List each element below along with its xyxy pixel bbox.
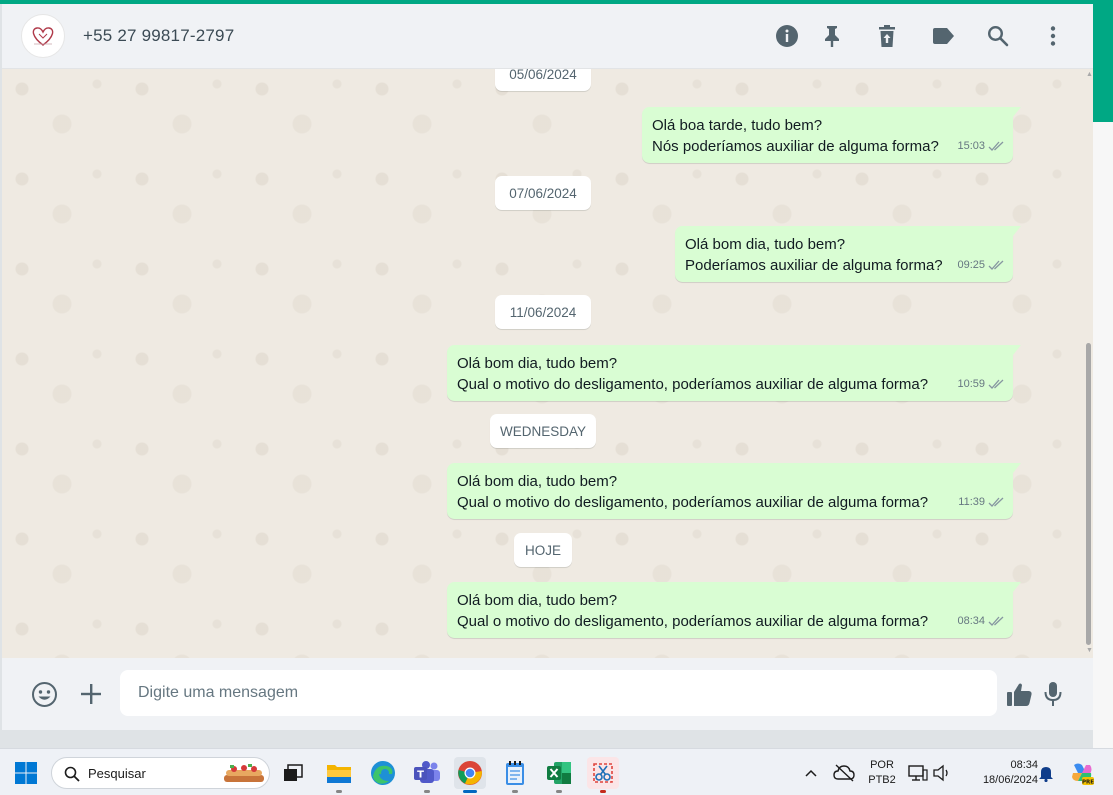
excel-icon[interactable] bbox=[543, 757, 575, 793]
message-text: Qual o motivo do desligamento, poderíamo… bbox=[457, 376, 929, 393]
double-check-icon bbox=[988, 616, 1004, 626]
message-meta: 08:34 bbox=[957, 611, 1005, 632]
message-meta: 15:03 bbox=[957, 136, 1005, 157]
window-right-accent bbox=[1093, 4, 1113, 122]
message-meta: 10:59 bbox=[957, 374, 1005, 395]
message-text: Olá bom dia, tudo bem? bbox=[457, 473, 618, 490]
double-check-icon bbox=[988, 141, 1004, 151]
message-text: Poderíamos auxiliar de alguma forma? bbox=[685, 257, 943, 274]
info-icon[interactable] bbox=[774, 23, 800, 49]
message-time: 11:39 bbox=[958, 496, 985, 508]
message-meta: 09:25 bbox=[957, 255, 1005, 276]
double-check-icon bbox=[988, 260, 1004, 270]
system-clock[interactable]: 08:34 18/06/2024 bbox=[962, 758, 1038, 788]
message-text: Olá bom dia, tudo bem? bbox=[457, 592, 618, 609]
date-separator: 07/06/2024 bbox=[495, 176, 591, 210]
svg-text:PRE: PRE bbox=[1082, 779, 1094, 785]
message-time: 08:34 bbox=[957, 615, 985, 627]
chevron-up-icon[interactable] bbox=[798, 757, 824, 789]
message-time: 10:59 bbox=[957, 378, 985, 390]
windows-taskbar: Pesquisar T POR PTB2 08:34 18/06/2024 PR… bbox=[0, 748, 1113, 795]
message-bubble[interactable]: Olá bom dia, tudo bem? Qual o motivo do … bbox=[447, 345, 1021, 401]
chat-header: +55 27 99817-2797 bbox=[2, 4, 1093, 69]
message-list[interactable]: 05/06/2024 Olá boa tarde, tudo bem? Nós … bbox=[2, 69, 1093, 658]
language-code: POR bbox=[870, 759, 894, 771]
file-explorer-icon[interactable] bbox=[323, 757, 355, 793]
notification-bell-icon[interactable] bbox=[1034, 757, 1058, 789]
volume-icon[interactable] bbox=[931, 757, 953, 789]
taskbar-search-box[interactable]: Pesquisar bbox=[51, 757, 270, 789]
message-meta: 11:39 bbox=[958, 492, 1005, 513]
mic-icon[interactable] bbox=[1042, 680, 1064, 708]
message-input[interactable] bbox=[120, 670, 997, 716]
search-icon bbox=[64, 766, 80, 782]
snipping-tool-icon[interactable] bbox=[587, 757, 619, 793]
date-separator: HOJE bbox=[514, 533, 572, 567]
input-language[interactable]: POR PTB2 bbox=[866, 758, 898, 788]
label-icon[interactable] bbox=[930, 23, 956, 49]
running-indicator bbox=[600, 790, 606, 793]
window-right-margin bbox=[1093, 122, 1113, 748]
svg-text:T: T bbox=[417, 770, 424, 781]
message-text: Qual o motivo do desligamento, poderíamo… bbox=[457, 613, 929, 630]
message-composer bbox=[2, 658, 1093, 730]
more-vert-icon[interactable] bbox=[1040, 23, 1066, 49]
window-bottom-margin bbox=[0, 730, 1093, 748]
contact-name[interactable]: +55 27 99817-2797 bbox=[83, 26, 234, 46]
cloud-offline-icon[interactable] bbox=[830, 757, 858, 789]
message-text: Olá bom dia, tudo bem? bbox=[457, 355, 618, 372]
running-indicator bbox=[556, 790, 562, 793]
running-indicator bbox=[424, 790, 430, 793]
message-bubble[interactable]: Olá boa tarde, tudo bem? Nós poderíamos … bbox=[642, 107, 1021, 163]
windows-start-icon[interactable] bbox=[10, 757, 42, 789]
chrome-icon[interactable] bbox=[454, 757, 486, 793]
clock-time: 08:34 bbox=[1010, 759, 1038, 771]
date-separator: WEDNESDAY bbox=[490, 414, 596, 448]
double-check-icon bbox=[988, 379, 1004, 389]
copilot-icon[interactable]: PRE bbox=[1066, 757, 1098, 789]
running-indicator bbox=[512, 790, 518, 793]
delete-icon[interactable] bbox=[874, 23, 900, 49]
message-text: Olá boa tarde, tudo bem? bbox=[652, 117, 823, 134]
message-bubble[interactable]: Olá bom dia, tudo bem? Qual o motivo do … bbox=[447, 582, 1021, 638]
message-bubble[interactable]: Olá bom dia, tudo bem? Poderíamos auxili… bbox=[675, 226, 1021, 282]
scroll-up-arrow-icon[interactable]: ▲ bbox=[1086, 71, 1093, 78]
message-text: Nós poderíamos auxiliar de alguma forma? bbox=[652, 138, 939, 155]
task-view-icon[interactable] bbox=[277, 757, 309, 789]
message-bubble[interactable]: Olá bom dia, tudo bem? Qual o motivo do … bbox=[447, 463, 1021, 519]
scrollbar-thumb[interactable] bbox=[1086, 343, 1091, 645]
network-icon[interactable] bbox=[907, 757, 929, 789]
double-check-icon bbox=[988, 497, 1004, 507]
contact-avatar[interactable] bbox=[21, 14, 65, 58]
message-text: Qual o motivo do desligamento, poderíamo… bbox=[457, 494, 929, 511]
date-separator: 11/06/2024 bbox=[495, 295, 591, 329]
contact-logo-icon bbox=[32, 27, 54, 46]
notepad-icon[interactable] bbox=[499, 757, 531, 793]
taskbar-search-label: Pesquisar bbox=[88, 766, 146, 781]
search-icon[interactable] bbox=[985, 23, 1011, 49]
pin-icon[interactable] bbox=[819, 23, 845, 49]
active-indicator bbox=[463, 790, 477, 793]
thumbs-up-icon[interactable] bbox=[1004, 680, 1034, 708]
message-time: 15:03 bbox=[957, 140, 985, 152]
message-text: Olá bom dia, tudo bem? bbox=[685, 236, 846, 253]
message-time: 09:25 bbox=[957, 259, 985, 271]
clock-date: 18/06/2024 bbox=[982, 774, 1038, 786]
emoji-icon[interactable] bbox=[30, 680, 58, 708]
keyboard-layout: PTB2 bbox=[868, 774, 896, 786]
running-indicator bbox=[336, 790, 342, 793]
date-separator: 05/06/2024 bbox=[495, 69, 591, 91]
plus-icon[interactable] bbox=[78, 681, 104, 707]
scroll-down-arrow-icon[interactable]: ▼ bbox=[1086, 647, 1093, 654]
edge-icon[interactable] bbox=[367, 757, 399, 789]
search-highlight-icon bbox=[224, 764, 264, 782]
teams-icon[interactable]: T bbox=[411, 757, 443, 793]
